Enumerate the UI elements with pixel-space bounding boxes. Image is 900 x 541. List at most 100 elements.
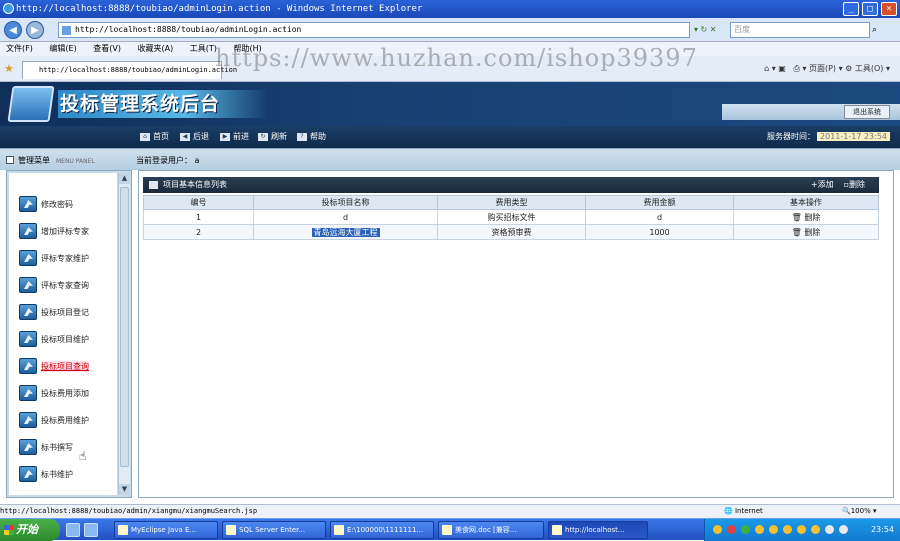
menu-item-icon [19, 466, 37, 482]
menu-header: 管理菜单 MENU PANEL [18, 156, 95, 165]
scroll-down-icon[interactable]: ▼ [119, 484, 130, 495]
tray-icon[interactable] [783, 525, 792, 534]
menu-maintain-fee[interactable]: 投标费用维护 [19, 409, 89, 431]
tray-icon[interactable] [811, 525, 820, 534]
trash-icon: 🗑 [791, 212, 802, 222]
tray-icon[interactable] [839, 525, 848, 534]
favorites-star-icon[interactable]: ★ [4, 62, 14, 75]
clock[interactable]: 23:54 [871, 525, 894, 534]
trash-icon: 🗑 [791, 227, 802, 237]
nav-forward[interactable]: ▶ 前进 [220, 126, 249, 148]
nav-help[interactable]: ? 帮助 [297, 126, 326, 148]
tray-icon[interactable] [741, 525, 750, 534]
maximize-button[interactable]: □ [862, 2, 878, 16]
tray-icon[interactable] [825, 525, 834, 534]
menu-favorites[interactable]: 收藏夹(A) [138, 44, 174, 53]
cell-id: 1 [143, 209, 254, 225]
cell-project-name: 青岛远海大厦工程 [253, 224, 438, 240]
task-myeclipse[interactable]: MyEclipse Java E... [114, 521, 218, 539]
nav-back[interactable]: ◀ 后退 [180, 126, 209, 148]
row-delete-link[interactable]: 删除 [804, 213, 820, 222]
menu-item-icon [19, 439, 37, 455]
col-id: 编号 [143, 195, 254, 210]
page-menu[interactable]: 页面(P) [809, 64, 836, 73]
menu-item-icon [19, 385, 37, 401]
search-icon[interactable]: ⌕ [872, 22, 894, 38]
menu-item-icon [19, 250, 37, 266]
task-word-doc[interactable]: 美食网.doc [兼容... [438, 521, 544, 539]
col-actions: 基本操作 [733, 195, 879, 210]
menu-register-project[interactable]: 投标项目登记 [19, 301, 89, 323]
menu-add-expert[interactable]: 增加评标专家 [19, 220, 89, 242]
current-user-name: a [194, 156, 200, 165]
browser-window: http://localhost:8888/toubiao/adminLogin… [0, 0, 900, 541]
hand-cursor-icon: ☝ [79, 449, 87, 463]
menu-item-icon [19, 277, 37, 293]
search-input[interactable]: 百度 [730, 22, 870, 38]
close-button[interactable]: × [881, 2, 897, 16]
task-explorer[interactable]: E:\100000\1111111... [330, 521, 434, 539]
scroll-up-icon[interactable]: ▲ [119, 173, 130, 184]
menu-file[interactable]: 文件(F) [6, 44, 33, 53]
tray-icon[interactable] [713, 525, 722, 534]
menu-maintain-bid[interactable]: 标书维护 [19, 463, 73, 485]
page-icon [62, 26, 71, 35]
menu-maintain-project[interactable]: 投标项目维护 [19, 328, 89, 350]
system-tray: 23:54 [704, 519, 900, 541]
side-menu-list: 修改密码 增加评标专家 评标专家维护 评标专家查询 投标项目登记 投标项目维护 … [9, 173, 117, 495]
nav-refresh[interactable]: ↻ 刷新 [258, 126, 287, 148]
app-content: 投标管理系统后台 退出系统 ⌂ 首页 ◀ 后退 ▶ 前进 ↻ 刷新 ? 帮助 服务器时间：… [0, 82, 900, 502]
tray-icon[interactable] [797, 525, 806, 534]
menu-item-icon [19, 358, 37, 374]
minimize-button[interactable]: _ [843, 2, 859, 16]
scroll-thumb[interactable] [120, 187, 129, 467]
menu-query-project[interactable]: 投标项目查询 [19, 355, 89, 377]
grid-icon [149, 181, 158, 189]
browser-tab[interactable]: http://localhost:8888/toubiao/adminLogin… [22, 61, 237, 79]
user-strip: 管理菜单 MENU PANEL 当前登录用户： a [0, 148, 900, 170]
quick-launch [66, 523, 98, 537]
menu-query-expert[interactable]: 评标专家查询 [19, 274, 89, 296]
list-title: 项目基本信息列表 [163, 180, 227, 189]
cell-project-name: d [253, 209, 438, 225]
menu-tools[interactable]: 工具(T) [190, 44, 217, 53]
cell-actions: 🗑 删除 [733, 209, 879, 225]
tray-icon[interactable] [769, 525, 778, 534]
row-delete-link[interactable]: 删除 [804, 228, 820, 237]
tray-icon[interactable] [727, 525, 736, 534]
start-button[interactable]: 开始 [0, 519, 60, 541]
menu-add-fee[interactable]: 投标费用添加 [19, 382, 89, 404]
task-sqlserver[interactable]: SQL Server Enter... [222, 521, 326, 539]
add-button[interactable]: +添加 [811, 177, 834, 193]
address-toolbar: ◀ ▶ http://localhost:8888/toubiao/adminL… [0, 18, 900, 42]
exit-system-button[interactable]: 退出系统 [844, 105, 890, 119]
quicklaunch-desktop-icon[interactable] [84, 523, 98, 537]
address-input[interactable]: http://localhost:8888/toubiao/adminLogin… [58, 22, 690, 38]
back-button[interactable]: ◀ [4, 21, 22, 39]
side-menu-scrollbar[interactable]: ▲ ▼ [118, 173, 130, 495]
refresh-stop-buttons[interactable]: ▾ ↻ ✕ [694, 22, 724, 38]
menu-maintain-expert[interactable]: 评标专家维护 [19, 247, 89, 269]
forward-button[interactable]: ▶ [26, 21, 44, 39]
menu-write-bid[interactable]: 标书撰写 [19, 436, 73, 458]
server-time: 服务器时间： 2011-1-17 23:54 [767, 130, 890, 144]
monitor-logo-icon [7, 86, 55, 122]
command-bar: ⌂ ▾ ▣ ⎙ ▾ 页面(P) ▾ ⚙ 工具(O) ▾ [764, 64, 890, 73]
menu-item-icon [19, 331, 37, 347]
table-header-row: 编号 投标项目名称 费用类型 费用金额 基本操作 [143, 195, 879, 210]
zoom-level[interactable]: 🔍100% ▾ [842, 505, 876, 518]
refresh-icon: ↻ [258, 133, 268, 141]
quicklaunch-ie-icon[interactable] [66, 523, 80, 537]
list-header: 项目基本信息列表 +添加 ▫删除 [143, 177, 879, 193]
menu-item-icon [19, 223, 37, 239]
tools-menu[interactable]: 工具(O) [855, 64, 884, 73]
app-nav-strip: ⌂ 首页 ◀ 后退 ▶ 前进 ↻ 刷新 ? 帮助 服务器时间： 2011-1-17 23:5… [0, 126, 900, 148]
menu-view[interactable]: 查看(V) [93, 44, 121, 53]
delete-button[interactable]: ▫删除 [844, 177, 865, 193]
menu-change-password[interactable]: 修改密码 [19, 193, 73, 215]
menu-edit[interactable]: 编辑(E) [49, 44, 76, 53]
security-zone: 🌐 Internet [724, 507, 763, 515]
task-ie[interactable]: http://localhost... [548, 521, 648, 539]
tray-icon[interactable] [755, 525, 764, 534]
nav-home[interactable]: ⌂ 首页 [140, 126, 169, 148]
